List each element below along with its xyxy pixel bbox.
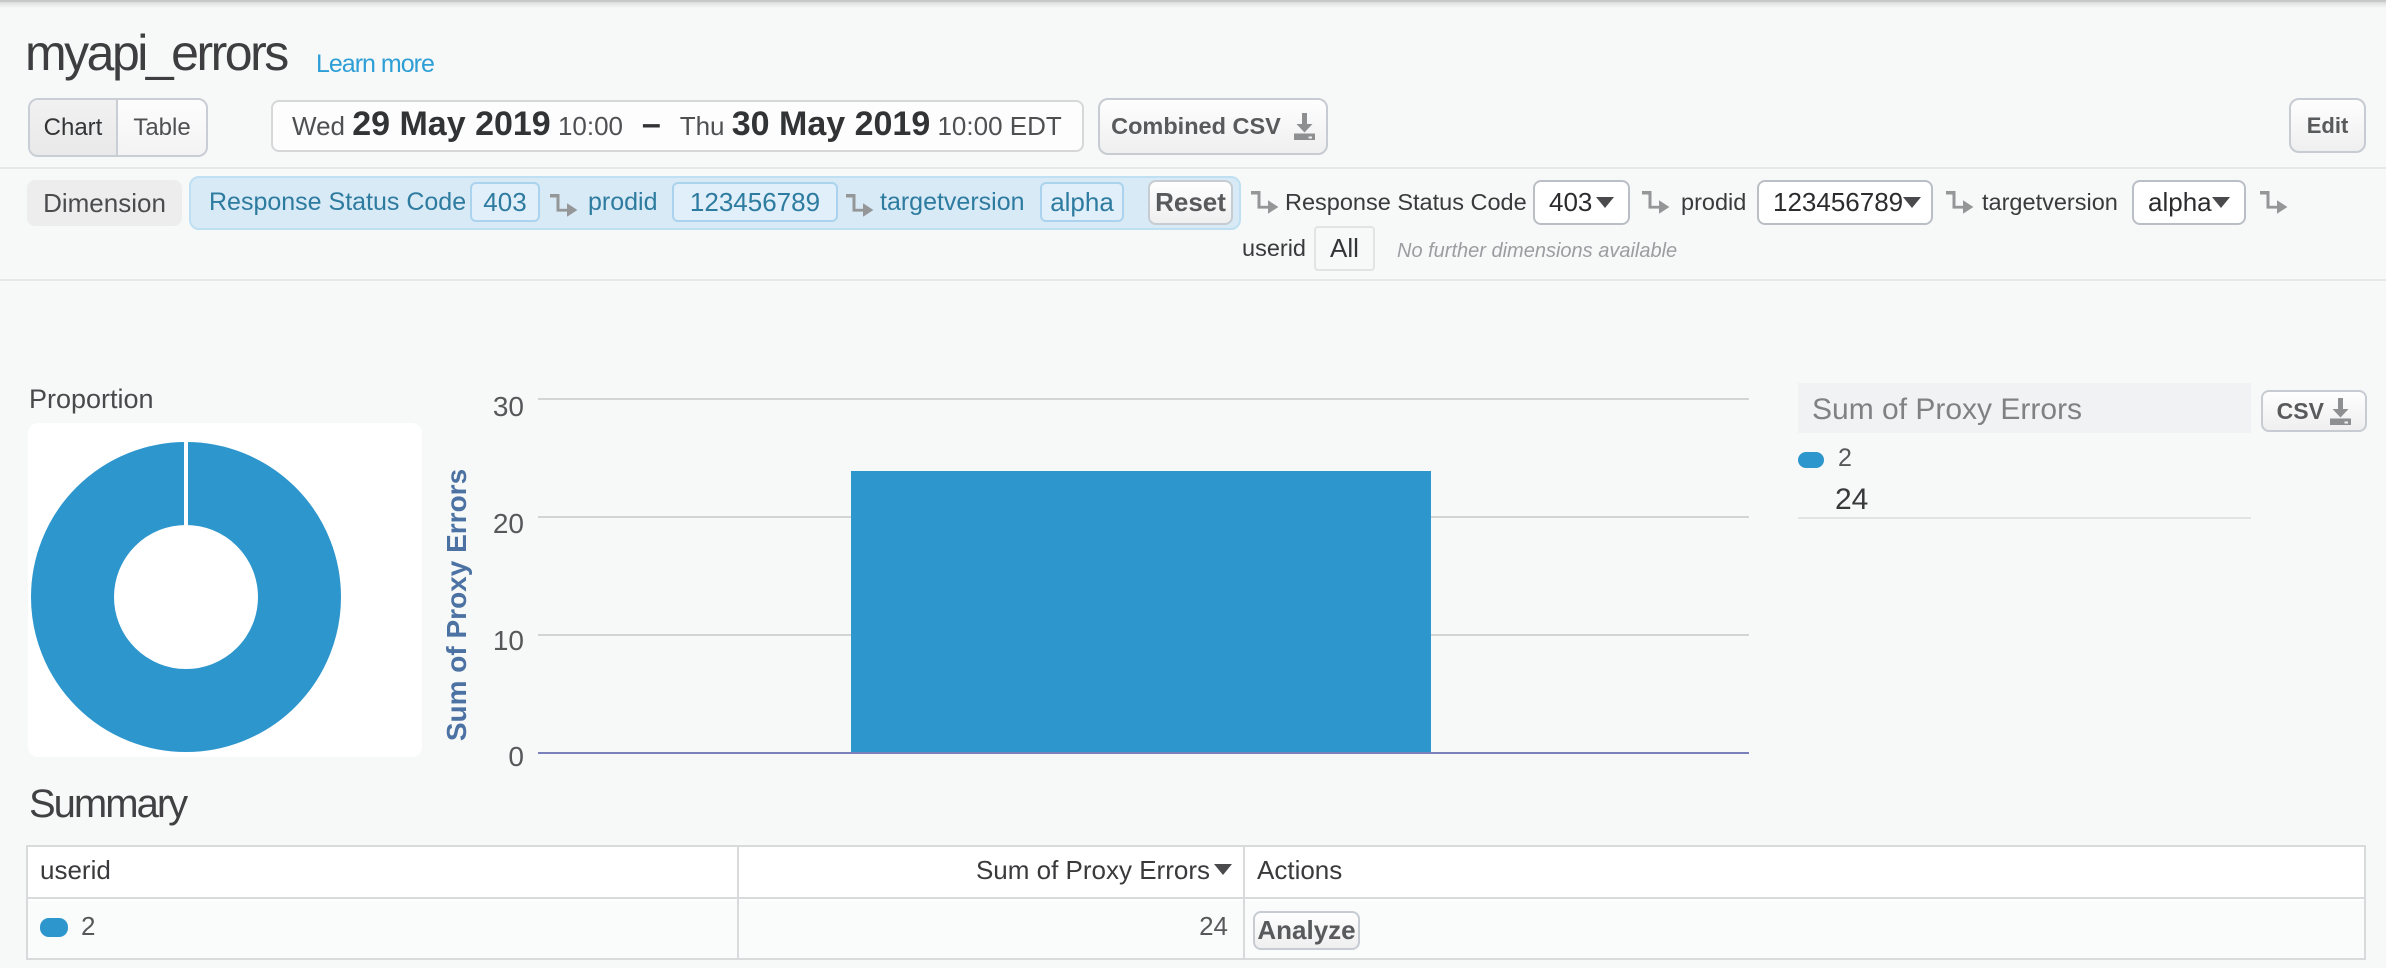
svg-text:Sum of Proxy Errors: Sum of Proxy Errors — [442, 469, 472, 741]
